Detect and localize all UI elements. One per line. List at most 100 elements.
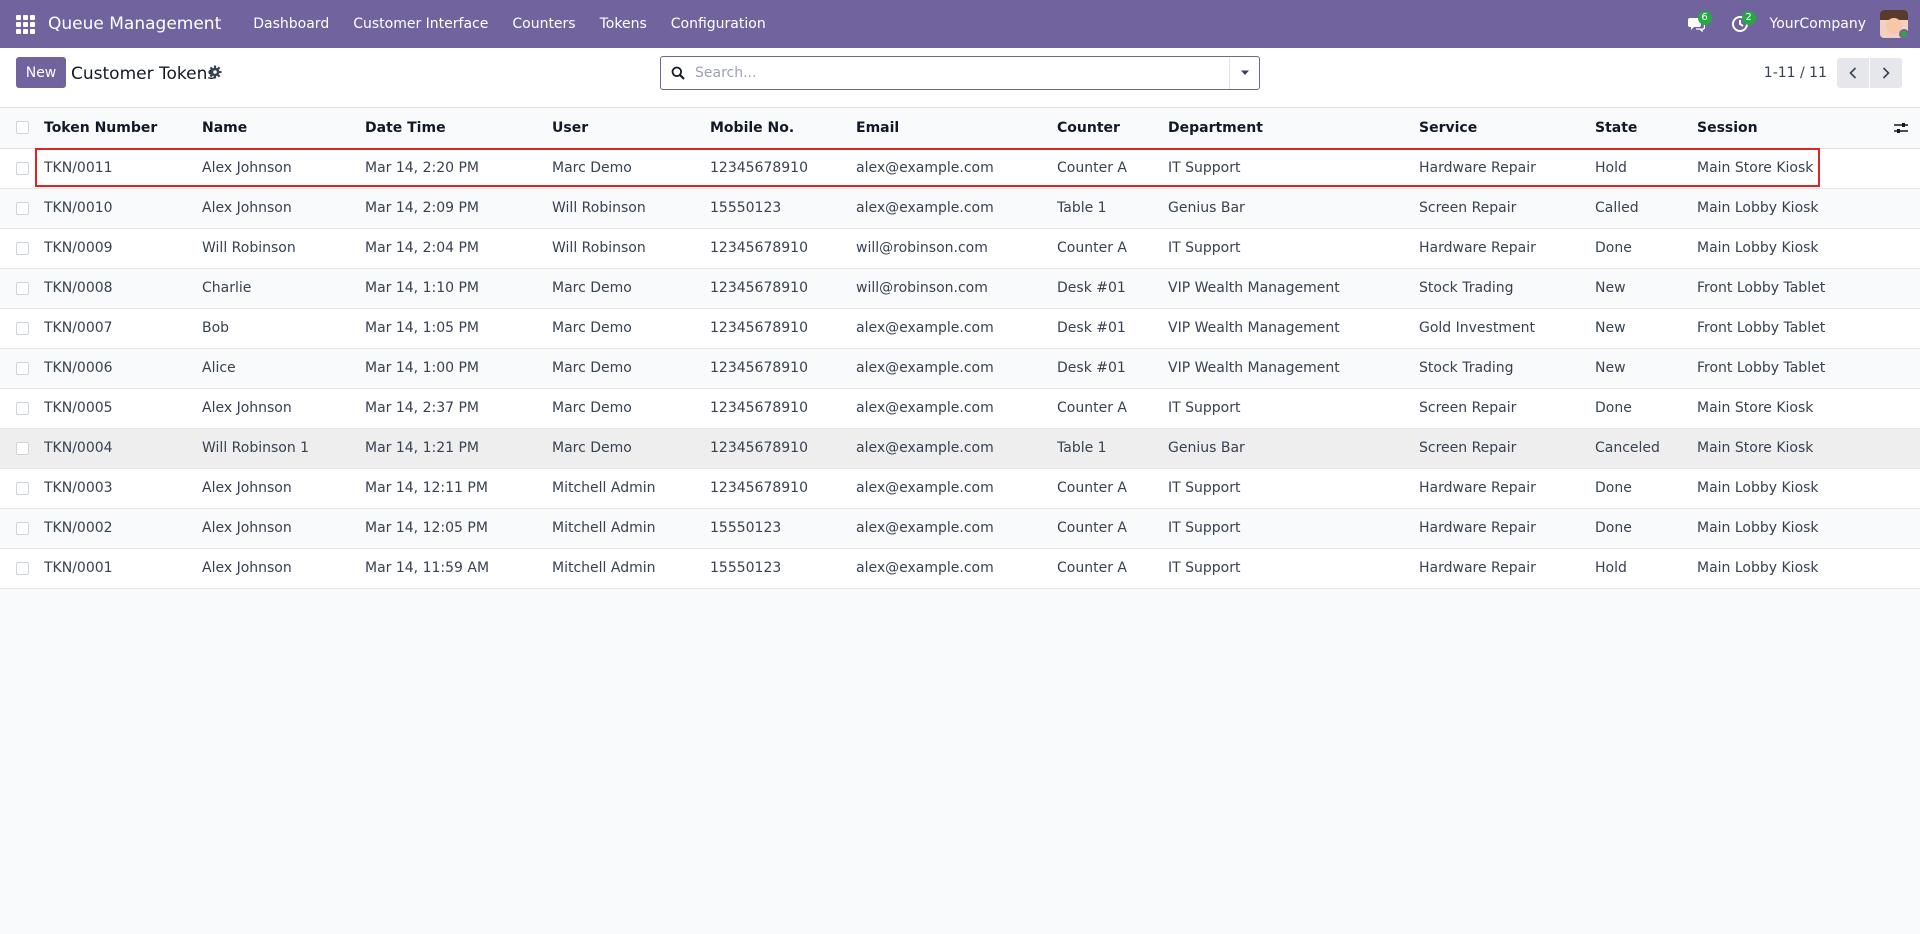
row-select-cell[interactable] [0,348,44,388]
table-cell: Counter A [1057,560,1127,576]
column-header[interactable]: Department [1168,108,1419,148]
column-header[interactable]: Date Time [365,108,552,148]
table-cell: Desk #01 [1057,280,1126,296]
column-header[interactable]: Service [1419,108,1595,148]
column-header[interactable]: Name [202,108,365,148]
online-status-icon [1899,29,1908,38]
table-cell: New [1595,320,1626,336]
token-table: Token Number Name Date Time User Mobile … [0,108,1920,589]
row-checkbox[interactable] [16,201,29,215]
row-checkbox[interactable] [16,361,29,375]
row-select-cell[interactable] [0,548,44,588]
table-row[interactable]: TKN/0007 Bob Mar 14, 1:05 PM Marc Demo 12345… [0,308,1920,348]
table-row[interactable]: TKN/0003 Alex Johnson Mar 14, 12:11 PM Mitc… [0,468,1920,508]
table-cell: Main Lobby Kiosk [1697,240,1819,256]
search-input[interactable] [695,58,1229,88]
row-select-cell[interactable] [0,468,44,508]
gear-icon[interactable] [208,65,222,79]
table-cell: Alex Johnson [202,480,292,496]
row-spacer-cell [1889,428,1920,468]
table-cell: TKN/0002 [44,520,113,536]
new-button[interactable]: New [16,57,66,88]
table-cell: Mar 14, 1:05 PM [365,320,479,336]
table-cell: 12345678910 [710,160,808,176]
table-cell: Desk #01 [1057,320,1126,336]
row-select-cell[interactable] [0,428,44,468]
menu-customer-interface[interactable]: Customer Interface [341,0,500,48]
user-avatar[interactable] [1880,10,1908,38]
table-cell: Counter A [1057,480,1127,496]
row-checkbox[interactable] [16,441,29,455]
row-checkbox[interactable] [16,401,29,415]
row-select-cell[interactable] [0,388,44,428]
table-row[interactable]: TKN/0008 Charlie Mar 14, 1:10 PM Marc Demo 1… [0,268,1920,308]
row-select-cell[interactable] [0,188,44,228]
table-row[interactable]: TKN/0002 Alex Johnson Mar 14, 12:05 PM Mitc… [0,508,1920,548]
optional-columns-cell[interactable] [1889,108,1920,148]
select-all-cell[interactable] [0,108,44,148]
pager-previous-button[interactable] [1837,58,1869,88]
column-header[interactable]: Counter [1057,108,1168,148]
table-cell: TKN/0011 [44,160,113,176]
table-row[interactable]: TKN/0005 Alex Johnson Mar 14, 2:37 PM Marc … [0,388,1920,428]
table-row[interactable]: TKN/0004 Will Robinson 1 Mar 14, 1:21 PM Ma… [0,428,1920,468]
column-header[interactable]: Token Number [44,108,202,148]
table-cell: Genius Bar [1168,200,1245,216]
messages-button[interactable]: 6 [1674,0,1718,48]
apps-menu-icon[interactable] [0,0,50,48]
column-header[interactable]: Mobile No. [710,108,856,148]
menu-dashboard[interactable]: Dashboard [241,0,341,48]
row-checkbox[interactable] [16,521,29,535]
table-cell: 12345678910 [710,240,808,256]
pager-next-button[interactable] [1870,58,1902,88]
column-header[interactable]: Email [856,108,1057,148]
optional-columns-toggle[interactable] [1889,122,1920,134]
row-select-cell[interactable] [0,148,44,188]
row-checkbox[interactable] [16,161,29,175]
table-cell: Mar 14, 2:20 PM [365,160,479,176]
table-cell: TKN/0003 [44,480,113,496]
main-menu: Dashboard Customer Interface Counters To… [241,0,777,48]
column-header[interactable]: State [1595,108,1697,148]
app-name[interactable]: Queue Management [48,14,221,34]
menu-counters[interactable]: Counters [500,0,587,48]
table-cell: Counter A [1057,240,1127,256]
row-checkbox[interactable] [16,281,29,295]
table-cell: Will Robinson 1 [202,440,310,456]
table-cell: 15550123 [710,520,782,536]
company-switcher[interactable]: YourCompany [1762,16,1881,32]
table-cell: 12345678910 [710,440,808,456]
pager-value[interactable]: 1-11 / 11 [1764,65,1827,81]
table-cell: IT Support [1168,520,1241,536]
table-row[interactable]: TKN/0006 Alice Mar 14, 1:00 PM Marc Demo 123… [0,348,1920,388]
table-cell: IT Support [1168,560,1241,576]
menu-configuration[interactable]: Configuration [659,0,778,48]
row-select-cell[interactable] [0,308,44,348]
row-select-cell[interactable] [0,268,44,308]
table-cell: Alex Johnson [202,200,292,216]
token-list: Token Number Name Date Time User Mobile … [0,108,1920,589]
table-cell: Marc Demo [552,160,632,176]
row-checkbox[interactable] [16,321,29,335]
table-cell: Hold [1595,160,1627,176]
table-row[interactable]: TKN/0011 Alex Johnson Mar 14, 2:20 PM Marc … [0,148,1920,188]
column-header[interactable]: User [552,108,710,148]
table-cell: 12345678910 [710,320,808,336]
row-checkbox[interactable] [16,241,29,255]
table-cell: TKN/0009 [44,240,113,256]
row-checkbox[interactable] [16,561,29,575]
table-cell: alex@example.com [856,320,994,336]
table-cell: Will Robinson [202,240,296,256]
search-options-toggle[interactable] [1229,57,1259,89]
activities-button[interactable]: 2 [1718,0,1762,48]
row-select-cell[interactable] [0,508,44,548]
column-header[interactable]: Session [1697,108,1889,148]
menu-tokens[interactable]: Tokens [588,0,659,48]
table-row[interactable]: TKN/0009 Will Robinson Mar 14, 2:04 PM Will… [0,228,1920,268]
row-select-cell[interactable] [0,228,44,268]
table-row[interactable]: TKN/0010 Alex Johnson Mar 14, 2:09 PM Will … [0,188,1920,228]
select-all-checkbox[interactable] [16,121,29,135]
table-row[interactable]: TKN/0001 Alex Johnson Mar 14, 11:59 AM Mitc… [0,548,1920,588]
row-checkbox[interactable] [16,481,29,495]
table-cell: Called [1595,200,1639,216]
